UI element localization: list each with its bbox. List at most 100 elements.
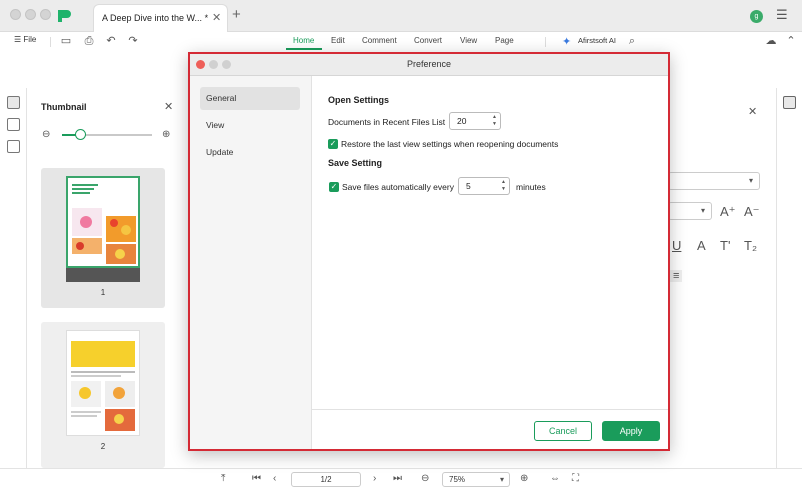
window-titlebar: A Deep Dive into the W... * ✕ + g ☰ (0, 0, 802, 32)
right-sidebar-rail (776, 88, 802, 468)
autosave-checkbox[interactable]: ✓ (329, 182, 339, 192)
zoom-level-dropdown[interactable]: 75% ▾ (442, 472, 510, 487)
stepper-arrows-icon[interactable]: ▲ ▼ (501, 179, 506, 193)
left-sidebar-rail (0, 88, 27, 468)
tab-convert[interactable]: Convert (414, 36, 442, 45)
page-shadow (66, 268, 140, 282)
next-page-icon[interactable]: › (373, 473, 376, 484)
undo-icon[interactable]: ↶ (105, 35, 117, 47)
fit-page-icon[interactable]: ⛶ (572, 473, 579, 484)
preference-content: Open Settings Documents in Recent Files … (312, 76, 668, 409)
preference-dialog: Preference General View Update Open Sett… (188, 52, 670, 451)
page-preview (66, 176, 140, 268)
save-icon[interactable]: ▭ (60, 35, 72, 47)
font-size-dropdown[interactable]: ▾ (668, 202, 712, 220)
last-page-icon[interactable]: ⏭ (393, 473, 402, 484)
save-setting-heading: Save Setting (328, 158, 383, 168)
page-number: 2 (100, 442, 106, 451)
collapse-toolbar-icon[interactable]: ⌃ (785, 35, 797, 47)
preference-nav: General View Update (190, 76, 312, 449)
skip-first-icon[interactable]: ⏮ (252, 473, 261, 484)
properties-panel-icon[interactable] (783, 96, 796, 109)
tab-home[interactable]: Home (293, 36, 314, 45)
file-menu-button[interactable]: ☰ File (14, 35, 36, 44)
page-number: 1 (100, 288, 106, 297)
subscript-icon[interactable]: T₂ (744, 238, 757, 253)
document-tab[interactable]: A Deep Dive into the W... * ✕ (93, 4, 228, 32)
nav-item-update[interactable]: Update (200, 141, 300, 164)
stepper-arrows-icon[interactable]: ▲ ▼ (492, 114, 497, 128)
properties-panel: ✕ ▾ ▾ A⁺ A⁻ U A T' T₂ ≡ (668, 88, 776, 468)
toolbar-divider (50, 37, 51, 47)
ai-assistant-button[interactable]: Afirstsoft AI (578, 36, 616, 45)
zoom-out-icon[interactable]: ⊖ (421, 473, 429, 484)
chevron-down-icon: ▾ (499, 475, 504, 484)
zoom-in-icon[interactable]: ⊕ (520, 473, 528, 484)
dialog-titlebar: Preference (190, 54, 668, 76)
thumbnail-panel-icon[interactable] (7, 96, 20, 109)
strikethrough-icon[interactable]: A (697, 238, 706, 253)
autosave-label: Save files automatically every (342, 182, 454, 192)
recent-files-stepper[interactable]: 20 ▲ ▼ (449, 112, 501, 130)
apply-button[interactable]: Apply (602, 421, 660, 441)
nav-item-general[interactable]: General (200, 87, 300, 110)
bookmark-panel-icon[interactable] (7, 118, 20, 131)
ai-sparkle-icon[interactable]: ✦ (562, 35, 571, 48)
cloud-upload-icon[interactable]: ☁ (765, 35, 777, 47)
zoom-slider-handle[interactable] (75, 129, 86, 140)
tab-edit[interactable]: Edit (331, 36, 345, 45)
comment-panel-icon[interactable] (7, 140, 20, 153)
close-properties-icon[interactable]: ✕ (748, 105, 757, 118)
open-settings-heading: Open Settings (328, 95, 390, 105)
first-page-icon[interactable]: ⤒ (221, 473, 225, 484)
document-tab-title: A Deep Dive into the W... * (102, 13, 208, 23)
dialog-footer: Cancel Apply (312, 409, 668, 449)
tab-page[interactable]: Page (495, 36, 514, 45)
superscript-icon[interactable]: T' (720, 238, 730, 253)
recent-files-label: Documents in Recent Files List (328, 117, 446, 127)
zoom-in-icon[interactable]: ⊕ (162, 129, 170, 140)
restore-view-label: Restore the last view settings when reop… (341, 139, 559, 149)
maximize-window-icon[interactable] (40, 9, 51, 20)
tab-comment[interactable]: Comment (362, 36, 397, 45)
restore-view-checkbox[interactable]: ✓ (328, 139, 338, 149)
autosave-unit-label: minutes (516, 182, 546, 192)
recent-files-value: 20 (457, 116, 467, 126)
search-icon[interactable]: ⌕ (626, 35, 638, 47)
user-avatar[interactable]: g (750, 10, 763, 23)
new-tab-icon[interactable]: + (232, 6, 241, 23)
page-preview (66, 330, 140, 436)
page-1-preview-image (72, 184, 136, 264)
window-menu-icon[interactable]: ☰ (776, 7, 788, 23)
chevron-down-icon: ▾ (748, 176, 753, 185)
cancel-button[interactable]: Cancel (534, 421, 592, 441)
zoom-out-icon[interactable]: ⊖ (42, 129, 50, 140)
increase-font-icon[interactable]: A⁺ (720, 204, 736, 220)
close-tab-icon[interactable]: ✕ (212, 11, 221, 24)
tab-view[interactable]: View (460, 36, 477, 45)
page-number-input[interactable]: 1/2 (291, 472, 361, 487)
page-thumbnail[interactable]: 2 (41, 322, 165, 468)
toolbar-divider (545, 37, 546, 47)
decrease-font-icon[interactable]: A⁻ (744, 204, 760, 220)
font-family-dropdown[interactable]: ▾ (668, 172, 760, 190)
close-panel-icon[interactable]: ✕ (164, 100, 173, 113)
underline-icon[interactable]: U (672, 238, 681, 253)
document-tab-name: A Deep Dive into the W... (102, 13, 203, 23)
dialog-title: Preference (406, 59, 452, 69)
autosave-interval-stepper[interactable]: 5 ▲ ▼ (458, 177, 510, 195)
redo-icon[interactable]: ↷ (127, 35, 139, 47)
autosave-interval-value: 5 (466, 181, 471, 191)
print-icon[interactable]: ⎙ (83, 35, 95, 47)
active-tab-indicator (286, 48, 322, 50)
previous-page-icon[interactable]: ‹ (273, 473, 276, 484)
close-window-icon[interactable] (10, 9, 21, 20)
justify-align-icon[interactable]: ≡ (670, 270, 683, 282)
page-thumbnail[interactable]: 1 (41, 168, 165, 308)
status-bar: ⤒ ⏮ ‹ 1/2 › ⏭ ⊖ 75% ▾ ⊕ ⇔ ⛶ (0, 468, 802, 490)
unsaved-marker: * (204, 13, 209, 23)
main-toolbar: ☰ File ▭ ⎙ ↶ ↷ Home Edit Comment Convert… (0, 32, 802, 52)
fit-width-icon[interactable]: ⇔ (550, 473, 560, 484)
nav-item-view[interactable]: View (200, 114, 300, 137)
minimize-window-icon[interactable] (25, 9, 36, 20)
